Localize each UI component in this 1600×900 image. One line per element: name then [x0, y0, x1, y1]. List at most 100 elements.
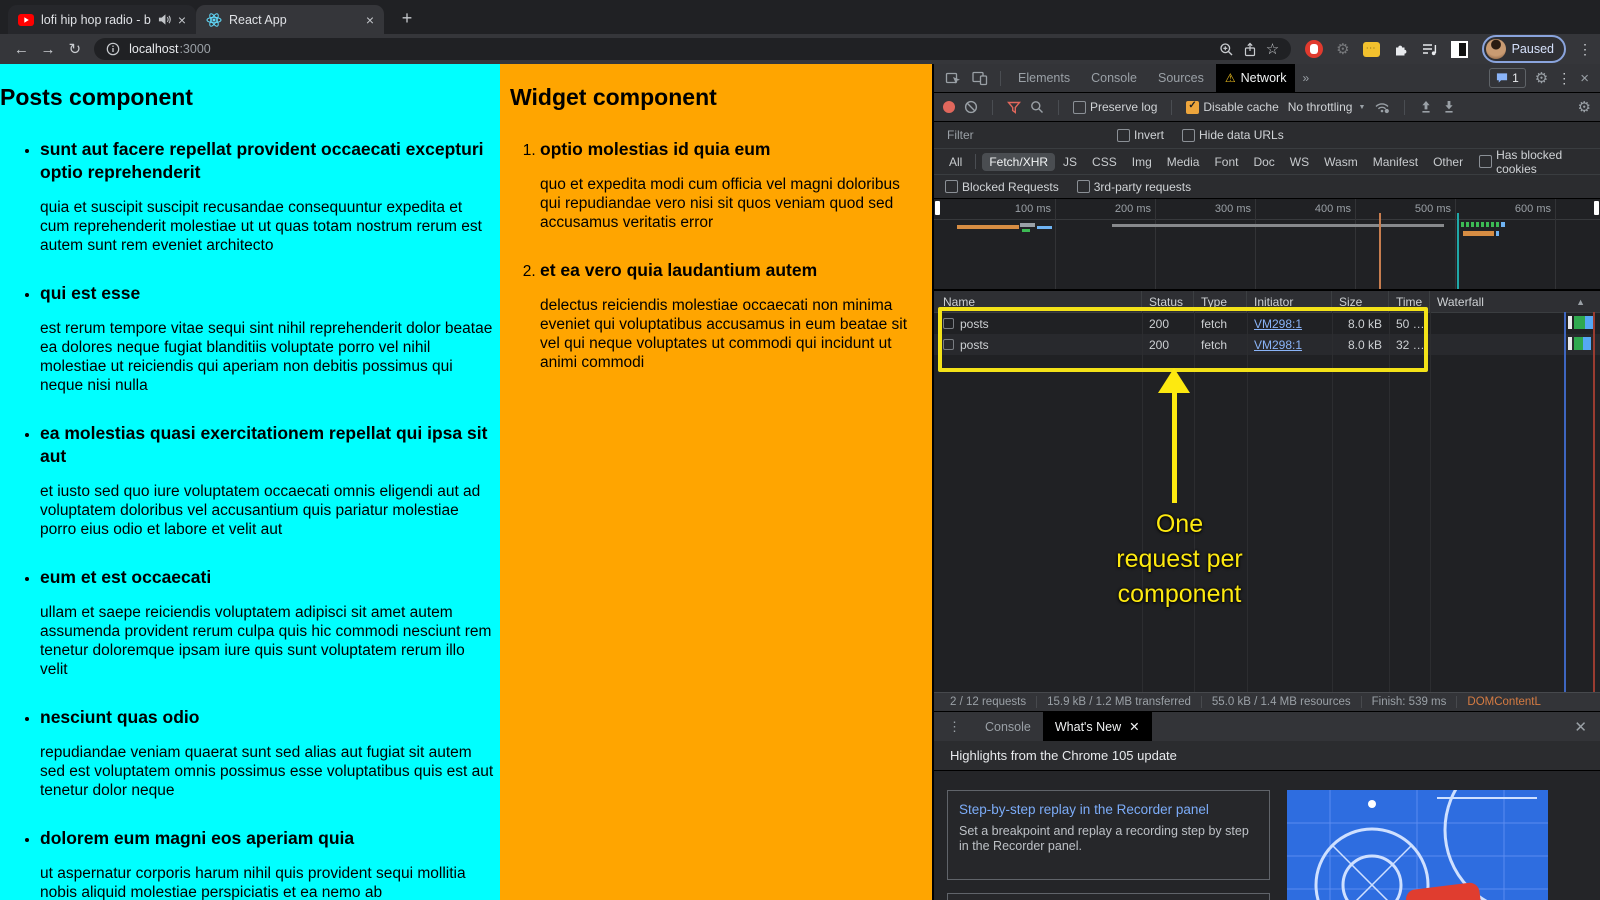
drawer-tab-console[interactable]: Console — [973, 712, 1043, 741]
browser-tab-strip: lofi hip hop radio - beats to × React Ap… — [0, 0, 1600, 34]
profile-chip[interactable]: Paused — [1482, 35, 1566, 63]
tab-console[interactable]: Console — [1082, 64, 1146, 92]
filter-type-css[interactable]: CSS — [1085, 153, 1124, 171]
screen: lofi hip hop radio - beats to × React Ap… — [0, 0, 1600, 900]
tab-network[interactable]: ⚠Network — [1216, 64, 1296, 92]
hide-data-urls-checkbox[interactable]: Hide data URLs — [1182, 128, 1284, 142]
whats-new-card-link[interactable]: Step-by-step replay in the Recorder pane… — [959, 798, 1258, 821]
filter-type-wasm[interactable]: Wasm — [1317, 153, 1365, 171]
invert-checkbox[interactable]: Invert — [1117, 128, 1164, 142]
profile-avatar — [1486, 39, 1506, 59]
checkbox-unchecked[interactable] — [1117, 129, 1130, 142]
annotation-highlight-box — [938, 307, 1428, 372]
checkbox-checked[interactable] — [1186, 101, 1199, 114]
gridline — [1455, 199, 1456, 289]
whats-new-thumbnail[interactable] — [1287, 790, 1548, 900]
overview-request-bar — [1022, 229, 1030, 232]
export-har-icon[interactable] — [1442, 100, 1456, 114]
overview-left-handle[interactable] — [935, 201, 940, 215]
device-toolbar-icon[interactable] — [968, 67, 992, 89]
overview-request-bar — [1501, 222, 1505, 227]
browser-menu-icon[interactable]: ⋮ — [1578, 41, 1592, 58]
network-conditions-icon[interactable] — [1374, 100, 1390, 114]
filter-type-manifest[interactable]: Manifest — [1366, 153, 1425, 171]
tab-audio-icon[interactable] — [158, 13, 171, 26]
site-info-icon[interactable] — [106, 42, 120, 56]
has-blocked-cookies-checkbox[interactable]: Has blocked cookies — [1479, 148, 1592, 176]
widget-list: optio molestias id quia eumquo et expedi… — [500, 138, 932, 372]
drawer-menu-icon[interactable]: ⋮ — [934, 719, 973, 735]
forward-button[interactable]: → — [35, 41, 62, 58]
drawer-tab-whats-new[interactable]: What's New✕ — [1043, 712, 1152, 741]
share-icon[interactable] — [1243, 42, 1257, 57]
throttling-dropdown[interactable]: No throttling▼ — [1288, 100, 1366, 114]
gray-extension-icon[interactable]: ⚙ — [1336, 40, 1349, 58]
record-icon[interactable] — [943, 101, 955, 113]
yellow-extension-icon[interactable]: ⋯ — [1363, 42, 1380, 57]
filter-type-ws[interactable]: WS — [1283, 153, 1316, 171]
domcontentloaded-time: DOMContentL — [1457, 696, 1551, 708]
filter-type-fetch-xhr[interactable]: Fetch/XHR — [982, 153, 1055, 171]
filter-type-media[interactable]: Media — [1160, 153, 1207, 171]
filter-input[interactable] — [945, 127, 1099, 143]
zoom-icon[interactable] — [1219, 42, 1234, 57]
checkbox-unchecked[interactable] — [1479, 155, 1492, 168]
issues-badge[interactable]: 1 — [1489, 68, 1526, 88]
devtools-menu-icon[interactable]: ⋮ — [1557, 70, 1571, 87]
close-icon[interactable]: ✕ — [1129, 719, 1139, 734]
url-bar[interactable]: localhost:3000 ☆ — [94, 38, 1291, 60]
search-icon[interactable] — [1030, 100, 1044, 114]
clear-icon[interactable] — [964, 100, 978, 114]
settings-gear-icon[interactable]: ⚙ — [1535, 69, 1548, 87]
disable-cache-checkbox[interactable]: Disable cache — [1186, 100, 1278, 114]
checkbox-unchecked[interactable] — [1077, 180, 1090, 193]
gridline — [1355, 199, 1356, 289]
network-overview-timeline[interactable]: 100 ms 200 ms 300 ms 400 ms 500 ms 600 m… — [934, 199, 1600, 291]
waterfall-bar — [1583, 337, 1591, 350]
dcl-event-line — [1379, 213, 1381, 289]
col-waterfall[interactable]: Waterfall▲ — [1430, 291, 1600, 312]
tab-close-icon[interactable]: × — [178, 13, 186, 27]
browser-tab-youtube[interactable]: lofi hip hop radio - beats to × — [8, 5, 196, 34]
import-har-icon[interactable] — [1419, 100, 1433, 114]
timeline-tick: 400 ms — [1285, 203, 1351, 215]
filter-type-all[interactable]: All — [942, 153, 969, 171]
checkbox-unchecked[interactable] — [1073, 101, 1086, 114]
checkbox-unchecked[interactable] — [1182, 129, 1195, 142]
reload-button[interactable]: ↻ — [61, 40, 88, 58]
filter-type-other[interactable]: Other — [1426, 153, 1470, 171]
tab-title: React App — [229, 13, 359, 27]
playlist-extension-icon[interactable] — [1422, 42, 1438, 57]
new-tab-button[interactable]: + — [394, 5, 420, 31]
drawer-close-icon[interactable]: ✕ — [1574, 718, 1600, 736]
url-port: :3000 — [179, 42, 210, 56]
extensions-puzzle-icon[interactable] — [1393, 41, 1409, 57]
filter-type-js[interactable]: JS — [1056, 153, 1084, 171]
filter-funnel-icon[interactable] — [1007, 101, 1021, 114]
blocked-requests-checkbox[interactable]: Blocked Requests — [945, 180, 1059, 194]
overview-right-handle[interactable] — [1594, 201, 1599, 215]
browser-tab-react-app[interactable]: React App × — [196, 5, 384, 34]
devtools-close-icon[interactable]: × — [1580, 70, 1589, 87]
post-title: dolorem eum magni eos aperiam quia — [40, 827, 494, 850]
filter-type-img[interactable]: Img — [1125, 153, 1159, 171]
bookmark-star-icon[interactable]: ☆ — [1266, 42, 1279, 57]
whats-new-card-desc: Set a breakpoint and replay a recording … — [959, 824, 1258, 854]
filter-type-font[interactable]: Font — [1207, 153, 1245, 171]
tab-elements[interactable]: Elements — [1009, 64, 1079, 92]
whats-new-card[interactable]: Step-by-step replay in the Recorder pane… — [947, 790, 1270, 880]
whats-new-card[interactable] — [947, 893, 1270, 900]
checkbox-unchecked[interactable] — [945, 180, 958, 193]
network-settings-gear-icon[interactable]: ⚙ — [1578, 98, 1591, 116]
back-button[interactable]: ← — [8, 41, 35, 58]
adblock-extension-icon[interactable] — [1305, 40, 1323, 58]
contrast-extension-icon[interactable] — [1451, 41, 1468, 58]
more-tabs-icon[interactable]: » — [1302, 71, 1309, 85]
tab-close-icon[interactable]: × — [366, 13, 374, 27]
third-party-requests-checkbox[interactable]: 3rd-party requests — [1077, 180, 1191, 194]
preserve-log-checkbox[interactable]: Preserve log — [1073, 100, 1157, 114]
filter-type-doc[interactable]: Doc — [1246, 153, 1281, 171]
post-body: et iusto sed quo iure voluptatem occaeca… — [40, 482, 494, 539]
inspect-element-icon[interactable] — [941, 67, 965, 89]
tab-sources[interactable]: Sources — [1149, 64, 1213, 92]
